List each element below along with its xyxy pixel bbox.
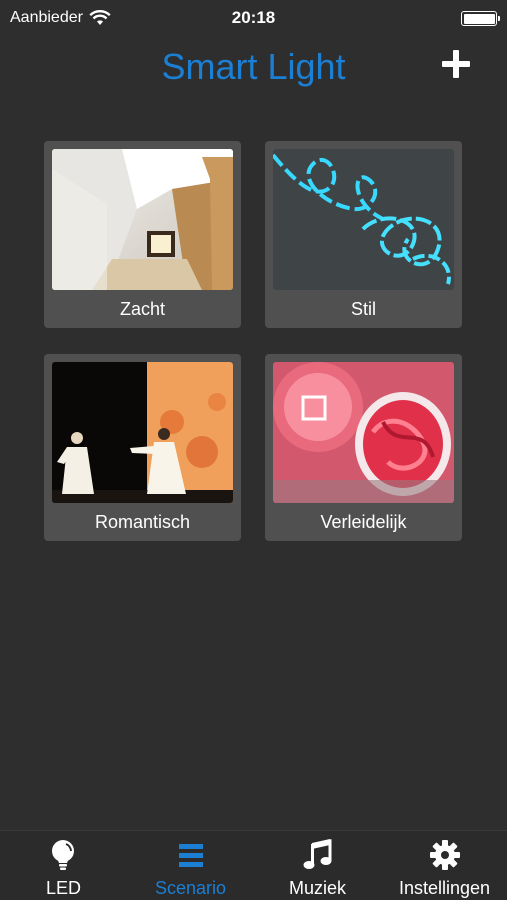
- tab-scenario[interactable]: Scenario: [127, 831, 254, 900]
- stage-performers-photo: [52, 362, 233, 503]
- scenario-label: Romantisch: [94, 512, 191, 532]
- tab-label: Instellingen: [398, 878, 491, 898]
- music-note-icon: [302, 839, 334, 871]
- tab-instellingen[interactable]: Instellingen: [381, 831, 507, 900]
- scenario-tile-stil[interactable]: Stil: [265, 141, 462, 328]
- plus-icon[interactable]: [440, 48, 472, 80]
- scenario-tile-zacht[interactable]: Zacht: [44, 141, 241, 328]
- scenario-tile-verleidelijk[interactable]: Verleidelijk: [265, 354, 462, 541]
- list-icon: [175, 839, 207, 871]
- tab-muziek[interactable]: Muziek: [254, 831, 381, 900]
- scenario-label: Zacht: [119, 299, 166, 319]
- battery-icon: [461, 11, 500, 26]
- red-lamp-photo: [273, 362, 454, 503]
- scenario-label: Verleidelijk: [320, 512, 407, 532]
- blue-el-wire-photo: [273, 149, 454, 290]
- status-bar: Aanbieder 20:18: [0, 0, 507, 36]
- tab-label: Muziek: [288, 878, 346, 898]
- page-title: Smart Light: [161, 46, 346, 87]
- tab-label: Scenario: [154, 878, 227, 898]
- scenario-tile-romantisch[interactable]: Romantisch: [44, 354, 241, 541]
- tab-bar: LED Scenario Muziek Instellingen: [0, 830, 507, 900]
- staircase-photo: [52, 149, 233, 290]
- tab-label: LED: [45, 878, 81, 898]
- scenario-label: Stil: [350, 299, 376, 319]
- clock: 20:18: [231, 8, 276, 27]
- tab-led[interactable]: LED: [0, 831, 127, 900]
- gear-icon: [429, 839, 461, 871]
- lightbulb-icon: [48, 839, 80, 871]
